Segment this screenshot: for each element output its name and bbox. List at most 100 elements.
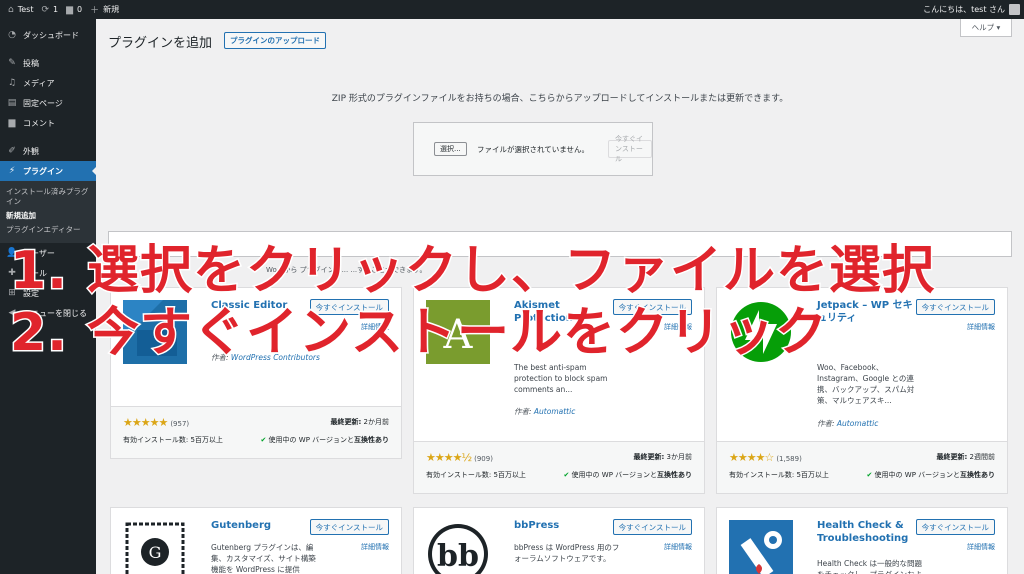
menu-label: プラグイン: [23, 166, 63, 176]
refresh-icon: ⟳: [41, 4, 50, 15]
submenu-add-new[interactable]: 新規追加: [0, 209, 96, 223]
choose-file-button[interactable]: 選択...: [434, 142, 467, 156]
comment-icon: ▆: [66, 4, 74, 15]
more-details-link[interactable]: 詳細情報: [361, 542, 389, 552]
help-tab[interactable]: ヘルプ ▾: [960, 19, 1012, 37]
plugin-author: 作者: Automattic: [817, 418, 878, 429]
page-icon: ▤: [7, 98, 17, 108]
last-updated: 最終更新: 2週間前: [936, 452, 995, 462]
plugin-icon: ⚡: [8, 166, 16, 176]
new-content-link[interactable]: ＋ 新規: [90, 3, 119, 16]
plugin-name[interactable]: Gutenberg: [211, 519, 311, 532]
rating-count: (957): [170, 420, 190, 428]
author-link[interactable]: Automattic: [534, 407, 575, 416]
upload-form: 選択... ファイルが選択されていません。 今すぐインストール: [413, 122, 653, 176]
no-file-text: ファイルが選択されていません。: [477, 145, 590, 154]
plugin-description: Gutenberg プラグインは、編集、カスタマイズ、サイト構築機能を Word…: [211, 543, 316, 574]
updated-label: 最終更新:: [936, 453, 968, 461]
plugin-author: 作者: Automattic: [514, 406, 575, 417]
pin-icon: ✎: [8, 58, 16, 68]
active-installs: 有効インストール数: 5百万以上: [729, 471, 829, 479]
greeting: こんにちは、test さん: [923, 5, 1005, 14]
plugin-description: bbPress は WordPress 用のフォーラムソフトウェアです。: [514, 543, 620, 563]
admin-bar: ⌂ Test ⟳ 1 ▆ 0 ＋ 新規 こんにちは、test さん: [0, 0, 1024, 19]
comments-link[interactable]: ▆ 0: [66, 5, 82, 15]
last-updated: 最終更新: 3か月前: [633, 452, 692, 462]
compatibility: ✔ 使用中の WP バージョンと互換性あり: [563, 470, 692, 480]
menu-label: コメント: [23, 118, 55, 128]
menu-appearance[interactable]: ✐ 外観: [0, 141, 96, 161]
menu-plugins[interactable]: ⚡ プラグイン: [0, 161, 96, 181]
compat-bold: 互換性あり: [354, 436, 389, 444]
home-icon: ⌂: [8, 4, 14, 15]
menu-label: 外観: [23, 146, 39, 156]
compat-bold: 互換性あり: [657, 471, 692, 479]
site-name: Test: [17, 5, 34, 14]
compat-prefix: 使用中の WP バージョンと: [874, 471, 960, 479]
active-installs: 有効インストール数: 5百万以上: [123, 436, 223, 444]
comments-count: 0: [77, 5, 83, 14]
upload-plugin-button[interactable]: プラグインのアップロード: [224, 32, 326, 49]
install-now-button[interactable]: 今すぐインストール: [915, 519, 995, 535]
gutenberg-thumbnail: G: [123, 520, 187, 574]
compat-bold: 互換性あり: [960, 471, 995, 479]
check-icon: ✔: [260, 436, 267, 444]
install-now-button[interactable]: 今すぐインストール: [309, 519, 389, 535]
site-name-link[interactable]: ⌂ Test: [8, 5, 33, 15]
avatar: [1009, 4, 1020, 15]
account-menu[interactable]: こんにちは、test さん: [923, 4, 1020, 15]
dashboard-icon: ◔: [8, 30, 16, 40]
install-now-button[interactable]: 今すぐインストール: [612, 519, 692, 535]
plugin-name[interactable]: bbPress: [514, 519, 614, 532]
rating-stars: ★★★★☆ (1,589): [729, 451, 802, 464]
last-updated: 最終更新: 2か月前: [330, 417, 389, 427]
author-link[interactable]: Automattic: [837, 419, 878, 428]
menu-pages[interactable]: ▤ 固定ページ: [0, 93, 96, 113]
updated-value: 2か月前: [363, 418, 389, 426]
rating-count: (909): [474, 455, 493, 463]
submenu-installed-plugins[interactable]: インストール済みプラグイン: [0, 185, 96, 209]
media-icon: ♫: [7, 78, 17, 88]
plugin-card: Health Check & Troubleshooting 今すぐインストール…: [716, 507, 1008, 574]
card-footer: ★★★★★ (957) 最終更新: 2か月前 有効インストール数: 5百万以上 ✔…: [111, 406, 401, 458]
comment-icon: ▆: [8, 118, 16, 128]
compat-prefix: 使用中の WP バージョンと: [268, 436, 354, 444]
compatibility: ✔ 使用中の WP バージョンと互換性あり: [260, 435, 389, 445]
install-now-button[interactable]: 今すぐインストール: [608, 135, 652, 163]
bbpress-thumbnail: bb: [426, 520, 490, 574]
instruction-step-2: 2. 今すぐインストールをクリック: [9, 302, 829, 365]
author-label: 作者:: [514, 407, 532, 416]
menu-label: ダッシュボード: [23, 30, 79, 40]
updates-count: 1: [53, 5, 59, 14]
upload-description: ZIP 形式のプラグインファイルをお持ちの場合、こちらからアップロードしてインス…: [331, 94, 789, 104]
updated-value: 2週間前: [969, 453, 995, 461]
updated-value: 3か月前: [666, 453, 692, 461]
card-footer: ★★★★½ (909) 最終更新: 3か月前 有効インストール数: 5百万以上 ✔…: [414, 441, 704, 493]
new-label: 新規: [103, 5, 120, 14]
svg-text:G: G: [149, 543, 162, 562]
rating-stars: ★★★★★ (957): [123, 416, 190, 429]
plugin-card: bb bbPress 今すぐインストール 詳細情報 bbPress は Word…: [413, 507, 705, 574]
menu-comments[interactable]: ▆ コメント: [0, 113, 96, 133]
plus-icon: ＋: [90, 6, 100, 16]
more-details-link[interactable]: 詳細情報: [664, 542, 692, 552]
check-icon: ✔: [866, 471, 873, 479]
plugin-name[interactable]: Health Check & Troubleshooting: [817, 519, 917, 545]
menu-dashboard[interactable]: ◔ ダッシュボード: [0, 25, 96, 45]
author-label: 作者:: [817, 419, 835, 428]
menu-posts[interactable]: ✎ 投稿: [0, 53, 96, 73]
active-installs: 有効インストール数: 5百万以上: [426, 471, 526, 479]
health-check-thumbnail: [729, 520, 793, 574]
updated-label: 最終更新:: [633, 453, 665, 461]
more-details-link[interactable]: 詳細情報: [967, 542, 995, 552]
menu-media[interactable]: ♫ メディア: [0, 73, 96, 93]
updates-link[interactable]: ⟳ 1: [41, 5, 58, 15]
card-footer: ★★★★☆ (1,589) 最終更新: 2週間前 有効インストール数: 5百万以上…: [717, 441, 1007, 493]
menu-label: 固定ページ: [23, 98, 63, 108]
brush-icon: ✐: [8, 146, 16, 156]
menu-label: 投稿: [23, 58, 39, 68]
updated-label: 最終更新:: [330, 418, 362, 426]
rating-count: (1,589): [776, 455, 802, 463]
more-details-link[interactable]: 詳細情報: [967, 322, 995, 332]
compatibility: ✔ 使用中の WP バージョンと互換性あり: [866, 470, 995, 480]
